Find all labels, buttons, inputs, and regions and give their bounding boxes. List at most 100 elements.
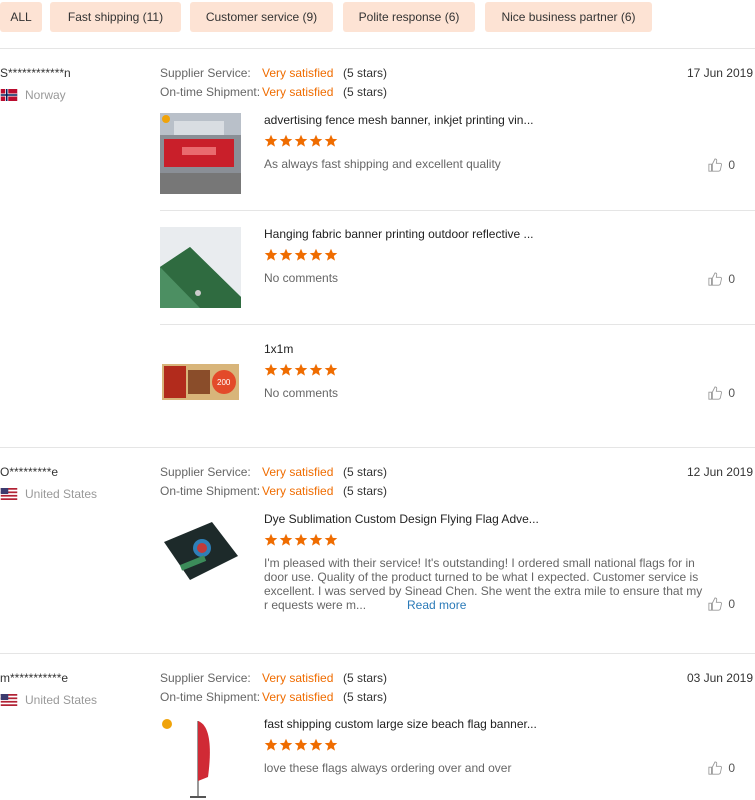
like-button[interactable]: 0 <box>708 386 735 400</box>
product-thumbnail[interactable] <box>160 113 241 194</box>
thumbs-up-icon <box>708 386 723 400</box>
supplier-service-value: Very satisfied <box>262 465 334 479</box>
review-date: 12 Jun 2019 <box>686 465 753 479</box>
item-divider <box>160 324 755 325</box>
product-title[interactable]: 1x1m <box>264 342 293 356</box>
review-comment: No comments <box>264 386 339 400</box>
supplier-service-rating: Supplier Service: Very satisfied (5 star… <box>160 465 387 479</box>
star-icon <box>309 533 323 546</box>
reviewer-name: O*********e <box>0 465 59 479</box>
star-icon <box>294 363 308 376</box>
filter-polite-response[interactable]: Polite response (6) <box>343 2 475 32</box>
product-title[interactable]: advertising fence mesh banner, inkjet pr… <box>264 113 533 127</box>
star-icon <box>264 363 278 376</box>
star-icon <box>279 533 293 546</box>
product-thumbnail[interactable] <box>160 227 241 308</box>
reviewer-info: O*********e United States <box>0 465 97 501</box>
review-date: 17 Jun 2019 <box>686 66 753 80</box>
star-icon <box>324 533 338 546</box>
read-more-link[interactable]: Read more <box>407 598 466 612</box>
review-comment: I'm pleased with their service! It's out… <box>264 556 704 612</box>
filter-fast-shipping[interactable]: Fast shipping (11) <box>50 2 181 32</box>
product-thumbnail[interactable] <box>160 512 241 593</box>
filter-all[interactable]: ALL <box>0 2 42 32</box>
product-title[interactable]: Hanging fabric banner printing outdoor r… <box>264 227 534 241</box>
star-icon <box>279 248 293 261</box>
supplier-service-rating: Supplier Service: Very satisfied (5 star… <box>160 66 387 80</box>
like-button[interactable]: 0 <box>708 158 735 172</box>
like-button[interactable]: 0 <box>708 597 735 611</box>
product-thumbnail[interactable] <box>160 717 241 798</box>
country-name: United States <box>25 693 98 707</box>
review-comment: No comments <box>264 271 339 285</box>
supplier-service-label: Supplier Service: <box>160 671 251 685</box>
like-button[interactable]: 0 <box>708 272 735 286</box>
ontime-shipment-label: On-time Shipment: <box>160 690 261 704</box>
supplier-service-stars: (5 stars) <box>343 465 388 479</box>
ontime-shipment-stars: (5 stars) <box>343 690 388 704</box>
ontime-shipment-label: On-time Shipment: <box>160 85 261 99</box>
star-icon <box>324 738 338 751</box>
supplier-service-stars: (5 stars) <box>343 671 388 685</box>
star-icon <box>294 248 308 261</box>
review-comment-text: I'm pleased with their service! It's out… <box>264 556 703 612</box>
reviewer-name: S************n <box>0 66 71 80</box>
product-thumbnail[interactable]: 200 <box>160 342 241 423</box>
supplier-service-label: Supplier Service: <box>160 465 251 479</box>
review-filter-bar: ALL Fast shipping (11) Customer service … <box>0 2 755 32</box>
star-icon <box>294 533 308 546</box>
star-icon <box>309 248 323 261</box>
star-icon <box>279 134 293 147</box>
product-rating-stars <box>264 533 338 547</box>
product-rating-stars <box>264 738 338 752</box>
filter-customer-service[interactable]: Customer service (9) <box>190 2 333 32</box>
ontime-shipment-rating: On-time Shipment: Very satisfied (5 star… <box>160 690 387 704</box>
ontime-shipment-stars: (5 stars) <box>343 484 388 498</box>
country-name: United States <box>25 487 98 501</box>
reviewer-country: United States <box>0 487 97 501</box>
star-icon <box>309 134 323 147</box>
like-count: 0 <box>728 761 735 775</box>
supplier-service-rating: Supplier Service: Very satisfied (5 star… <box>160 671 387 685</box>
like-count: 0 <box>728 272 735 286</box>
usa-flag-icon <box>0 694 18 706</box>
star-icon <box>264 248 278 261</box>
thumbs-up-icon <box>708 761 723 775</box>
star-icon <box>309 363 323 376</box>
ontime-shipment-value: Very satisfied <box>262 85 334 99</box>
thumbs-up-icon <box>708 597 723 611</box>
star-icon <box>264 533 278 546</box>
supplier-service-value: Very satisfied <box>262 66 334 80</box>
usa-flag-icon <box>0 488 18 500</box>
star-icon <box>294 738 308 751</box>
review-divider <box>0 447 755 448</box>
product-title[interactable]: fast shipping custom large size beach fl… <box>264 717 537 731</box>
ontime-shipment-label: On-time Shipment: <box>160 484 261 498</box>
product-title[interactable]: Dye Sublimation Custom Design Flying Fla… <box>264 512 539 526</box>
thumbs-up-icon <box>708 272 723 286</box>
filter-nice-business-partner[interactable]: Nice business partner (6) <box>485 2 652 32</box>
star-icon <box>324 248 338 261</box>
supplier-service-label: Supplier Service: <box>160 66 251 80</box>
product-rating-stars <box>264 134 338 148</box>
star-icon <box>264 134 278 147</box>
like-count: 0 <box>728 597 735 611</box>
star-icon <box>324 363 338 376</box>
ontime-shipment-stars: (5 stars) <box>343 85 388 99</box>
review-divider <box>0 653 755 654</box>
like-button[interactable]: 0 <box>708 761 735 775</box>
star-icon <box>309 738 323 751</box>
thumbs-up-icon <box>708 158 723 172</box>
ontime-shipment-rating: On-time Shipment: Very satisfied (5 star… <box>160 484 387 498</box>
supplier-service-stars: (5 stars) <box>343 66 388 80</box>
star-icon <box>324 134 338 147</box>
star-icon <box>279 738 293 751</box>
review-comment: As always fast shipping and excellent qu… <box>264 157 501 171</box>
reviewer-country: Norway <box>0 88 66 102</box>
review-date: 03 Jun 2019 <box>686 671 753 685</box>
like-count: 0 <box>728 386 735 400</box>
review-comment: love these flags always ordering over an… <box>264 761 512 775</box>
star-icon <box>279 363 293 376</box>
divider <box>0 48 755 49</box>
country-name: Norway <box>25 88 66 102</box>
